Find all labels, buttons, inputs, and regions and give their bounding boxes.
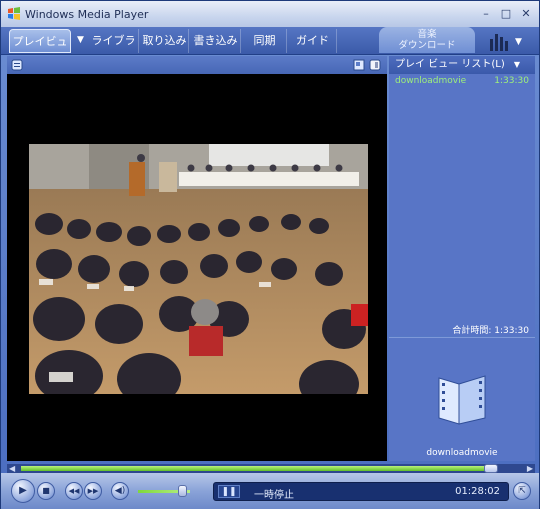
film-strip-icon: [438, 375, 486, 425]
playlist-panel: downloadmovie 1:33:30 合計時間: 1:33:30: [389, 74, 535, 336]
switch-to-skin-mode-button[interactable]: ⇱: [513, 482, 531, 500]
playlist-title: プレイ ビュー リスト(L): [395, 59, 505, 70]
music-tab-line1: 音楽: [417, 29, 437, 40]
transport-controls: ▶ ■ ◀◀ ▶▶ ◀) ❚❚ 一時停止 01:28:02 ⇱: [1, 473, 539, 509]
seek-right-arrow-icon: ▶: [526, 464, 533, 473]
pause-icon[interactable]: ❚❚: [218, 485, 240, 498]
elapsed-time: 01:28:02: [455, 486, 500, 497]
stop-button[interactable]: ■: [37, 482, 55, 500]
video-frame-conference: [29, 144, 368, 394]
close-button[interactable]: ✕: [519, 7, 533, 20]
tab-rip[interactable]: 取り込み: [141, 29, 189, 53]
window-controls: – □ ✕: [479, 7, 533, 20]
seek-thumb[interactable]: [484, 464, 498, 473]
video-toolbar: [7, 56, 387, 74]
seek-left-arrow-icon: ◀: [9, 464, 16, 473]
maximize-button[interactable]: □: [499, 7, 513, 20]
playlist-total-time: 合計時間: 1:33:30: [452, 326, 529, 336]
tab-burn[interactable]: 書き込み: [191, 29, 241, 53]
playlist-header[interactable]: プレイ ビュー リスト(L) ▼: [389, 56, 535, 74]
album-art-label: downloadmovie: [426, 448, 498, 458]
next-button[interactable]: ▶▶: [84, 482, 102, 500]
chevron-down-icon[interactable]: ▼: [77, 35, 84, 45]
playlist-item-duration: 1:33:30: [494, 76, 529, 86]
tab-now-playing[interactable]: プレイビュー: [9, 29, 71, 72]
play-button[interactable]: ▶: [11, 479, 35, 503]
previous-button[interactable]: ◀◀: [65, 482, 83, 500]
playlist-toggle-icon[interactable]: [11, 59, 23, 71]
fullscreen-icon[interactable]: [369, 59, 381, 71]
store-logo-icon[interactable]: [489, 31, 511, 51]
media-player-window: Windows Media Player – □ ✕ プレイビュー ▼ ライブラ…: [0, 0, 540, 509]
playlist-dropdown-icon[interactable]: ▼: [514, 60, 520, 69]
title-bar: Windows Media Player – □ ✕: [1, 1, 539, 27]
minimize-button[interactable]: –: [479, 7, 493, 20]
tab-library[interactable]: ライブラリ: [89, 29, 139, 71]
feature-tab-bar: プレイビュー ▼ ライブラリ 取り込み 書き込み 同期 ガイド 音楽 ダウンロー…: [1, 27, 539, 72]
album-art-panel: downloadmovie: [389, 337, 535, 461]
visualization-icon[interactable]: [353, 59, 365, 71]
playlist-item-title: downloadmovie: [395, 76, 467, 86]
seek-bar[interactable]: ◀ ▶: [7, 464, 535, 473]
seek-progress: [21, 466, 491, 471]
list-item[interactable]: downloadmovie 1:33:30: [389, 74, 535, 88]
store-dropdown-icon[interactable]: ▼: [515, 37, 522, 47]
playback-status: 一時停止: [254, 490, 294, 501]
status-display: ❚❚ 一時停止 01:28:02: [213, 482, 509, 501]
video-display[interactable]: [7, 74, 387, 461]
tab-guide[interactable]: ガイド: [289, 29, 337, 53]
music-tab-line2: ダウンロード: [398, 40, 456, 51]
mute-button[interactable]: ◀): [111, 482, 129, 500]
window-title: Windows Media Player: [25, 8, 149, 21]
tab-music-download[interactable]: 音楽 ダウンロード: [379, 27, 475, 53]
volume-thumb[interactable]: [178, 485, 187, 497]
windows-logo-icon: [8, 7, 20, 20]
tab-sync[interactable]: 同期: [243, 29, 287, 53]
